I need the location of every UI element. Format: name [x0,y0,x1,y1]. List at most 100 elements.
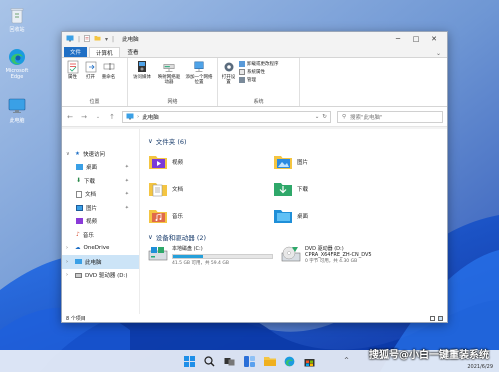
separator: | [78,35,81,43]
content-pane: ∨ 文件夹 (6) 视频 图片 文档 下载 音乐 桌面 ∨ 设备和驱动器 (2)… [140,129,447,314]
desktop-recycle-bin[interactable]: 回收站 [2,6,32,33]
nav-item-quick-access[interactable]: ∨ ★ 快速访问 [62,147,139,161]
system-properties-button[interactable]: 系统属性 [239,69,279,75]
back-icon[interactable]: ← [66,113,74,121]
uninstall-program-button[interactable]: 卸载或更改程序 [239,61,279,67]
rename-icon [103,63,114,70]
maximize-icon[interactable]: □ [407,33,425,45]
nav-item-dvd-drive[interactable]: › DVD 驱动器 (D:) [62,269,139,283]
address-bar-row: ← → ⌄ ↑ › 此电脑 ⌄ ↻ ⚲ 搜索"此电脑" [62,107,447,127]
tab-view[interactable]: 查看 [122,47,145,57]
manage-button[interactable]: 管理 [239,77,279,83]
downloads-folder-icon [274,183,292,196]
drive-d[interactable]: DVD 驱动器 (D:) CPRA_X64FRE_ZH-CN_DV5 0 字节 … [281,245,406,266]
network-location-icon [194,61,204,72]
ribbon-group-network: 访问媒体 映射网络驱动器 添加一个网络位置 网络 [128,58,218,106]
new-folder-small-icon[interactable] [94,35,101,43]
address-bar[interactable]: › 此电脑 ⌄ ↻ [122,110,331,123]
nav-item-desktop[interactable]: 桌面 ✦ [62,161,139,175]
properties-small-icon[interactable] [84,34,90,44]
add-network-location-button[interactable]: 添加一个网络位置 [185,60,213,98]
properties-button[interactable]: 属性 [65,60,80,98]
forward-icon[interactable]: → [80,113,88,121]
address-dropdown-icon[interactable]: ⌄ [315,114,320,120]
start-icon[interactable] [183,354,197,368]
search-box[interactable]: ⚲ 搜索"此电脑" [337,110,443,123]
drive-c[interactable]: 本地磁盘 (C:) 41.5 GB 可用，共 59.4 GB [148,245,273,266]
recent-dropdown-icon[interactable]: ⌄ [94,114,102,120]
status-bar: 8 个项目 [62,314,447,322]
ribbon-tabs: 文件 计算机 查看 ⌄ [62,46,447,57]
task-view-icon[interactable] [223,354,237,368]
folder-downloads[interactable]: 下载 [273,178,397,199]
desktop-edge[interactable]: Microsoft Edge [2,48,32,80]
pin-icon: ✦ [124,164,129,171]
nav-item-downloads[interactable]: ⬇ 下载 ✦ [62,174,139,188]
video-folder-icon [76,218,83,225]
desktop-this-pc[interactable]: 此电脑 [2,97,32,124]
drive-label: 本地磁盘 (C:) [172,246,203,252]
store-icon[interactable] [303,354,317,368]
title-bar: | ▾ | 此电脑 ─ □ ✕ [62,32,447,46]
ribbon-expand-icon[interactable]: ⌄ [436,50,441,57]
close-icon[interactable]: ✕ [425,33,443,45]
refresh-icon[interactable]: ↻ [322,114,327,120]
breadcrumb[interactable]: 此电脑 [142,113,159,121]
large-icons-view-icon[interactable] [438,315,443,321]
navigation-pane: ∨ ★ 快速访问 桌面 ✦ ⬇ 下载 ✦ 文档 ✦ 图片 ✦ 视频 ♪ 音乐 › ☁ OneDriv… [62,129,140,314]
drives-section-header[interactable]: ∨ 设备和驱动器 (2) [148,232,439,242]
folder-desktop[interactable]: 桌面 [273,205,397,226]
folder-documents[interactable]: 文档 [148,178,272,199]
minimize-icon[interactable]: ─ [389,33,407,45]
drive-usage-bar [172,254,273,259]
map-network-drive-button[interactable]: 映射网络驱动器 [156,60,182,98]
chevron-down-icon: ∨ [148,233,153,241]
explorer-icon[interactable] [263,354,277,368]
media-icon [138,61,146,72]
widgets-icon[interactable] [243,354,257,368]
folder-pictures[interactable]: 图片 [273,151,397,172]
this-pc-icon [7,97,27,115]
tray-chevron-up-icon[interactable]: ^ [344,357,349,364]
gear-icon [224,62,233,72]
local-disk-icon [148,247,168,261]
drive-free-space: 41.5 GB 可用，共 59.4 GB [172,261,229,266]
nav-item-onedrive[interactable]: › ☁ OneDrive [62,242,139,256]
nav-item-this-pc[interactable]: › 此电脑 [62,255,139,269]
nav-item-music[interactable]: ♪ 音乐 [62,228,139,242]
tray-date[interactable]: 2021/6/29 [467,364,493,370]
nav-item-pictures[interactable]: 图片 ✦ [62,201,139,215]
chevron-down-icon: ∨ [66,150,70,157]
folder-videos[interactable]: 视频 [148,151,272,172]
documents-folder-icon [149,183,167,197]
star-icon: ★ [75,150,80,157]
manage-icon [239,77,245,83]
qa-dropdown-icon[interactable]: ▾ [105,36,108,43]
drives-list: 本地磁盘 (C:) 41.5 GB 可用，共 59.4 GB DVD 驱动器 (… [148,245,439,266]
search-icon: ⚲ [342,113,347,120]
rename-button[interactable]: 重命名 [101,60,116,98]
access-media-button[interactable]: 访问媒体 [131,60,153,98]
chevron-right-icon: › [66,245,68,252]
drive-free-space: 0 字节 可用，共 4.30 GB [305,259,358,264]
pin-icon: ✦ [124,191,129,198]
folder-music[interactable]: 音乐 [148,205,272,226]
edge-icon [7,48,27,66]
tab-file[interactable]: 文件 [64,47,88,57]
up-icon[interactable]: ↑ [108,113,116,121]
breadcrumb-chevron-icon: › [137,113,140,120]
network-drive-icon [163,64,175,72]
pin-icon: ✦ [124,177,129,184]
edge-icon[interactable] [283,354,297,368]
nav-item-videos[interactable]: 视频 [62,215,139,229]
open-settings-button[interactable]: 打开设置 [221,60,236,98]
nav-item-documents[interactable]: 文档 ✦ [62,188,139,202]
folders-section-header[interactable]: ∨ 文件夹 (6) [148,136,439,146]
music-folder-icon [149,210,167,223]
open-icon [85,61,96,73]
tab-computer[interactable]: 计算机 [89,47,120,57]
open-button[interactable]: 打开 [83,60,98,98]
ribbon-group-label: 网络 [167,99,178,105]
details-view-icon[interactable] [430,315,435,321]
search-icon[interactable] [203,354,217,368]
